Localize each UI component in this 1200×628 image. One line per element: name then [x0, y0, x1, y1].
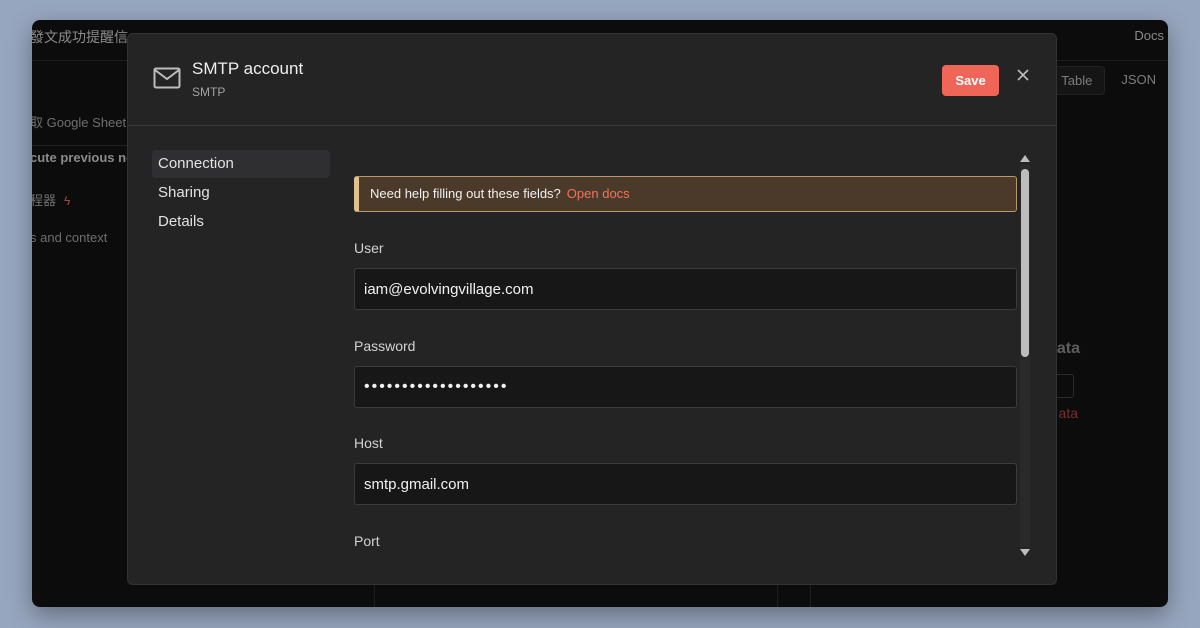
output-view-tabs: Table JSON	[1048, 66, 1168, 95]
password-input[interactable]	[354, 366, 1017, 408]
connection-form: Need help filling out these fields? Open …	[354, 150, 1018, 560]
nav-item-connection[interactable]: Connection	[152, 150, 330, 178]
modal-title: SMTP account	[192, 59, 304, 78]
workflow-title: 發文成功提醒信	[32, 29, 128, 45]
save-button[interactable]: Save	[942, 65, 999, 96]
password-label: Password	[354, 338, 416, 354]
docs-link[interactable]: Docs	[1134, 28, 1164, 43]
help-notice: Need help filling out these fields? Open …	[354, 176, 1017, 212]
credential-modal: SMTP account SMTP Save Connection Sharin…	[127, 33, 1057, 585]
modal-subtitle: SMTP	[192, 85, 226, 99]
tab-json[interactable]: JSON	[1109, 66, 1168, 95]
background-node-item[interactable]: 程器 ϟ	[32, 190, 70, 209]
background-node-item[interactable]: s and context	[32, 230, 107, 245]
form-scrollbar[interactable]	[1018, 153, 1032, 558]
scroll-up-icon[interactable]	[1020, 155, 1030, 162]
nav-item-details[interactable]: Details	[152, 208, 330, 236]
background-node-item[interactable]: cute previous no	[32, 150, 134, 165]
user-label: User	[354, 240, 384, 256]
host-input[interactable]	[354, 463, 1017, 505]
open-docs-link[interactable]: Open docs	[567, 186, 630, 201]
close-icon[interactable]	[1014, 66, 1032, 84]
mail-icon	[153, 67, 181, 89]
nav-item-sharing[interactable]: Sharing	[152, 179, 330, 207]
user-input[interactable]	[354, 268, 1017, 310]
modal-nav: Connection Sharing Details	[152, 150, 330, 237]
host-label: Host	[354, 435, 383, 451]
output-panel-title: ata	[1056, 340, 1080, 357]
help-notice-text: Need help filling out these fields?	[370, 186, 561, 201]
scroll-thumb[interactable]	[1021, 169, 1029, 357]
background-node-item[interactable]: 取 Google Sheet	[32, 112, 126, 131]
output-panel-link[interactable]: ata	[1059, 405, 1078, 421]
left-divider	[32, 145, 132, 146]
scroll-down-icon[interactable]	[1020, 549, 1030, 556]
port-label: Port	[354, 533, 380, 549]
background-node-label: 程器	[32, 193, 57, 208]
modal-header: SMTP account SMTP Save	[128, 34, 1056, 126]
bolt-icon: ϟ	[64, 194, 71, 208]
